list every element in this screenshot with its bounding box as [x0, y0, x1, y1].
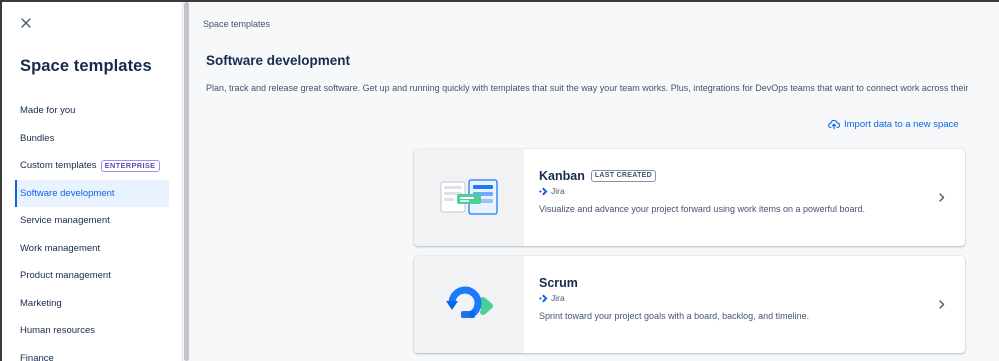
enterprise-badge: ENTERPRISE	[100, 159, 160, 172]
card-description: Sprint toward your project goals with a …	[539, 311, 810, 321]
sidebar-item-label: Made for you	[20, 105, 76, 117]
sidebar-item-label: Work management	[20, 242, 101, 254]
template-card-kanban[interactable]: Kanban LAST CREATED Jira Visualize and a…	[414, 149, 965, 246]
sidebar-item-custom-templates[interactable]: Custom templates ENTERPRISE	[2, 152, 182, 180]
sidebar-item-finance[interactable]: Finance	[2, 345, 182, 361]
scrum-thumbnail	[414, 256, 524, 353]
kanban-board-illustration	[440, 178, 498, 215]
chevron-right-icon	[937, 191, 947, 203]
product-name: Jira	[551, 293, 565, 303]
sidebar-item-label: Marketing	[20, 297, 62, 309]
scrollbar-thumb[interactable]	[184, 2, 189, 361]
sidebar-item-service-management[interactable]: Service management	[2, 207, 182, 235]
card-body: Scrum Jira Sprint toward your project go…	[539, 276, 919, 323]
sidebar-item-marketing[interactable]: Marketing	[2, 290, 182, 318]
sidebar-item-work-management[interactable]: Work management	[2, 235, 182, 263]
page-title: Software development	[206, 53, 351, 68]
cloud-upload-icon	[828, 119, 840, 130]
sidebar-item-label: Software development	[20, 187, 115, 199]
import-data-link[interactable]: Import data to a new space	[828, 119, 959, 130]
card-body: Kanban LAST CREATED Jira Visualize and a…	[539, 169, 919, 216]
sidebar-item-label: Finance	[20, 352, 54, 361]
sidebar-item-product-management[interactable]: Product management	[2, 262, 182, 290]
scrum-sprint-illustration	[446, 286, 493, 318]
sidebar: Space templates Made for you Bundles Cus…	[2, 2, 182, 361]
close-icon	[21, 18, 31, 28]
sidebar-item-label: Product management	[20, 270, 111, 282]
last-created-badge: LAST CREATED	[590, 170, 656, 182]
sidebar-item-label: Service management	[20, 215, 110, 227]
sidebar-item-label: Custom templates	[20, 160, 97, 172]
chevron-right-icon	[937, 298, 947, 310]
card-title: Kanban	[539, 169, 585, 183]
sidebar-item-made-for-you[interactable]: Made for you	[2, 97, 182, 125]
sidebar-item-software-development[interactable]: Software development	[15, 179, 169, 207]
template-card-scrum[interactable]: Scrum Jira Sprint toward your project go…	[414, 256, 965, 353]
import-data-label: Import data to a new space	[844, 119, 959, 130]
category-description: Plan, track and release great software. …	[206, 83, 969, 93]
sidebar-item-human-resources[interactable]: Human resources	[2, 317, 182, 345]
breadcrumb[interactable]: Space templates	[203, 19, 270, 29]
card-description: Visualize and advance your project forwa…	[539, 204, 866, 214]
sidebar-item-label: Human resources	[20, 325, 95, 337]
main-content: Space templates Software development Pla…	[190, 2, 999, 361]
sidebar-scrollbar[interactable]	[182, 2, 190, 361]
sidebar-title: Space templates	[20, 57, 152, 75]
close-button[interactable]	[18, 15, 34, 31]
sidebar-item-label: Bundles	[20, 132, 55, 144]
jira-logo-icon	[539, 293, 548, 303]
kanban-thumbnail	[414, 149, 524, 246]
product-name: Jira	[551, 186, 565, 196]
jira-logo-icon	[539, 186, 548, 196]
template-category-nav: Made for you Bundles Custom templates EN…	[2, 97, 182, 361]
card-title: Scrum	[539, 276, 578, 290]
sidebar-item-bundles[interactable]: Bundles	[2, 125, 182, 153]
